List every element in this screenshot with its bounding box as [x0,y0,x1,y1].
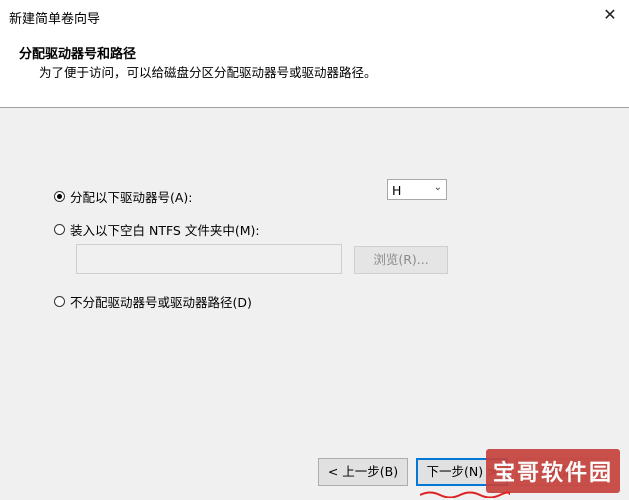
assign-letter-label: 分配以下驱动器号(A): [70,190,193,205]
wizard-content: 分配以下驱动器号(A): H ⌄ 装入以下空白 NTFS 文件夹中(M): 浏览… [0,108,629,448]
underline-squiggle [420,491,510,498]
drive-letter-value: H [392,183,402,198]
page-subtitle: 为了便于访问，可以给磁盘分区分配驱动器号或驱动器路径。 [39,65,377,80]
title-bar: 新建简单卷向导 ✕ [0,0,629,32]
drive-letter-select[interactable]: H ⌄ [387,179,447,200]
close-icon[interactable]: ✕ [599,4,621,26]
page-title: 分配驱动器号和路径 [19,47,137,62]
wizard-header: 分配驱动器号和路径 为了便于访问，可以给磁盘分区分配驱动器号或驱动器路径。 [0,32,629,108]
no-assign-radio[interactable] [54,296,65,307]
no-assign-option[interactable]: 不分配驱动器号或驱动器路径(D) [54,292,252,311]
watermark-logo: 宝哥软件园 [486,449,620,493]
no-assign-label: 不分配驱动器号或驱动器路径(D) [70,295,252,310]
mount-folder-radio[interactable] [54,224,65,235]
browse-button[interactable]: 浏览(R)... [354,246,448,274]
window-title: 新建简单卷向导 [9,12,101,27]
mount-folder-option[interactable]: 装入以下空白 NTFS 文件夹中(M): [54,220,260,239]
folder-path-input[interactable] [76,244,342,274]
mount-folder-label: 装入以下空白 NTFS 文件夹中(M): [70,223,260,238]
chevron-down-icon: ⌄ [433,182,442,193]
assign-letter-option[interactable]: 分配以下驱动器号(A): [54,187,193,206]
back-button[interactable]: < 上一步(B) [318,458,408,486]
assign-letter-radio[interactable] [54,191,65,202]
